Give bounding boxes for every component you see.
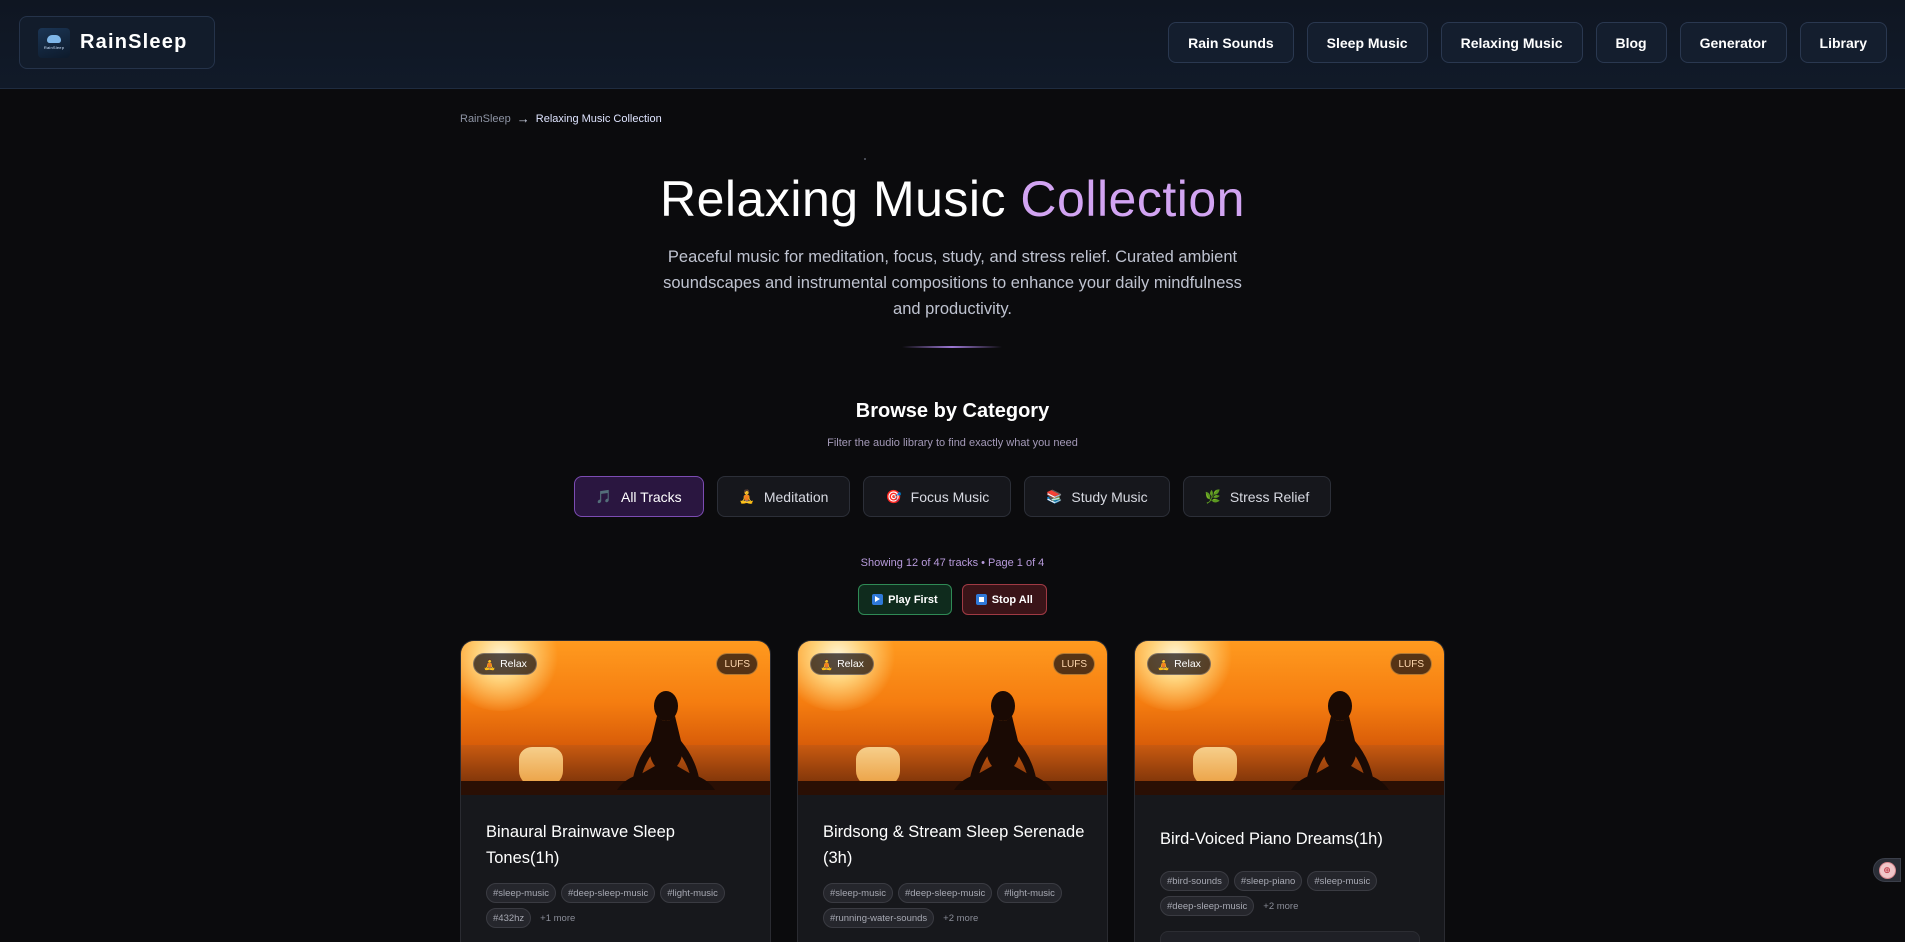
track-tags: #sleep-music #deep-sleep-music #light-mu… xyxy=(823,883,1093,928)
filter-label: Focus Music xyxy=(910,488,990,505)
filter-label: Stress Relief xyxy=(1229,488,1310,505)
more-tags: +1 more xyxy=(540,912,576,924)
tag-chip[interactable]: #running-water-sounds xyxy=(823,908,935,928)
tag-chip[interactable]: #sleep-music xyxy=(486,883,556,903)
tag-chip[interactable]: #light-music xyxy=(997,883,1062,903)
assistant-icon: ⊕ xyxy=(1878,861,1896,879)
hero-divider xyxy=(902,346,1002,348)
lufs-badge: LUFS xyxy=(716,653,758,675)
relax-badge-label: Relax xyxy=(1174,658,1201,670)
audio-player-bar[interactable] xyxy=(1160,931,1420,942)
filter-label: Meditation xyxy=(763,488,829,505)
filter-meditation[interactable]: 🧘 Meditation xyxy=(716,476,851,517)
meditation-icon: 🧘 xyxy=(820,658,834,671)
filter-stress-relief[interactable]: 🌿 Stress Relief xyxy=(1182,476,1332,517)
filter-study-music[interactable]: 📚 Study Music xyxy=(1024,476,1170,517)
track-title[interactable]: Binaural Brainwave Sleep Tones(1h) xyxy=(486,819,751,871)
sun-glow xyxy=(461,641,561,711)
track-tags: #bird-sounds #sleep-piano #sleep-music #… xyxy=(1160,871,1430,916)
tag-chip[interactable]: #deep-sleep-music xyxy=(560,883,656,903)
filter-all-tracks[interactable]: 🎵 All Tracks xyxy=(573,476,704,517)
more-tags: +2 more xyxy=(1263,900,1299,912)
track-thumbnail: 🧘 Relax LUFS xyxy=(1135,641,1444,795)
tag-chip[interactable]: #deep-sleep-music xyxy=(897,883,993,903)
page-description: Peaceful music for meditation, focus, st… xyxy=(663,248,1242,318)
music-note-icon: 🎵 xyxy=(595,489,612,504)
sun-glow xyxy=(798,641,898,711)
logo-image: RainSleep xyxy=(38,27,70,58)
category-subtitle: Filter the audio library to find exactly… xyxy=(827,437,1078,449)
meditating-person-silhouette xyxy=(617,691,715,790)
tag-chip[interactable]: #432hz xyxy=(486,908,532,928)
track-card[interactable]: 🧘 Relax LUFS Binaural Brainwave Sleep To… xyxy=(460,640,771,942)
category-title: Browse by Category xyxy=(855,400,1050,422)
meditation-icon: 🧘 xyxy=(483,658,497,671)
meditation-icon: 🧘 xyxy=(738,489,755,504)
page-title: Relaxing Music Collection xyxy=(0,170,1905,228)
site-header: RainSleep RainSleep Rain Sounds Sleep Mu… xyxy=(0,0,1905,89)
nav-sleep-music[interactable]: Sleep Music xyxy=(1306,22,1428,63)
tag-chip[interactable]: #sleep-music xyxy=(823,883,893,903)
decorative-dot xyxy=(864,158,866,160)
category-filters: 🎵 All Tracks 🧘 Meditation 🎯 Focus Music … xyxy=(0,476,1905,517)
track-card[interactable]: 🧘 Relax LUFS Bird-Voiced Piano Dreams(1h… xyxy=(1134,640,1445,942)
brand-name: RainSleep xyxy=(80,31,188,53)
filter-focus-music[interactable]: 🎯 Focus Music xyxy=(863,476,1012,517)
filter-label: Study Music xyxy=(1071,488,1148,505)
tag-chip[interactable]: #light-music xyxy=(660,883,725,903)
track-title[interactable]: Birdsong & Stream Sleep Serenade (3h) xyxy=(823,819,1088,871)
track-card[interactable]: 🧘 Relax LUFS Birdsong & Stream Sleep Ser… xyxy=(797,640,1108,942)
breadcrumb-arrow-icon: → xyxy=(516,111,530,126)
page-title-accent: Collection xyxy=(1020,171,1245,227)
more-tags: +2 more xyxy=(943,912,979,924)
tag-chip[interactable]: #sleep-music xyxy=(1307,871,1378,891)
tag-chip[interactable]: #bird-sounds xyxy=(1160,871,1229,891)
track-thumbnail: 🧘 Relax LUFS xyxy=(798,641,1107,795)
stop-icon xyxy=(975,594,987,605)
books-icon: 📚 xyxy=(1046,489,1063,504)
tag-chip[interactable]: #sleep-piano xyxy=(1233,871,1303,891)
track-thumbnail: 🧘 Relax LUFS xyxy=(461,641,770,795)
logo-link[interactable]: RainSleep RainSleep xyxy=(19,16,215,69)
stop-all-button[interactable]: Stop All xyxy=(961,584,1047,615)
tag-chip[interactable]: #deep-sleep-music xyxy=(1160,896,1255,916)
play-first-label: Play First xyxy=(888,593,938,606)
meditating-person-silhouette xyxy=(1291,691,1389,790)
relax-badge: 🧘 Relax xyxy=(1147,653,1211,675)
lufs-badge: LUFS xyxy=(1053,653,1095,675)
playback-actions: Play First Stop All xyxy=(0,584,1905,615)
relax-badge: 🧘 Relax xyxy=(473,653,537,675)
play-icon xyxy=(872,594,884,605)
main-nav: Rain Sounds Sleep Music Relaxing Music B… xyxy=(1168,22,1887,63)
sun-glow xyxy=(1135,641,1235,711)
filter-label: All Tracks xyxy=(620,488,682,505)
herb-icon: 🌿 xyxy=(1204,489,1221,504)
nav-library[interactable]: Library xyxy=(1799,22,1887,63)
breadcrumb: RainSleep → Relaxing Music Collection xyxy=(460,111,662,126)
relax-badge-label: Relax xyxy=(837,658,864,670)
floating-assistant-button[interactable]: ⊕ xyxy=(1873,858,1901,882)
nav-rain-sounds[interactable]: Rain Sounds xyxy=(1168,22,1294,63)
lufs-badge: LUFS xyxy=(1390,653,1432,675)
meditation-icon: 🧘 xyxy=(1157,658,1171,671)
nav-generator[interactable]: Generator xyxy=(1679,22,1787,63)
page-title-main: Relaxing Music xyxy=(660,171,1021,227)
breadcrumb-current: Relaxing Music Collection xyxy=(535,112,662,125)
stop-all-label: Stop All xyxy=(991,593,1033,606)
meditating-person-silhouette xyxy=(954,691,1052,790)
track-tags: #sleep-music #deep-sleep-music #light-mu… xyxy=(486,883,756,928)
target-icon: 🎯 xyxy=(885,489,902,504)
track-grid: 🧘 Relax LUFS Binaural Brainwave Sleep To… xyxy=(460,640,1445,942)
relax-badge-label: Relax xyxy=(500,658,527,670)
nav-blog[interactable]: Blog xyxy=(1595,22,1667,63)
nav-relaxing-music[interactable]: Relaxing Music xyxy=(1440,22,1583,63)
results-status: Showing 12 of 47 tracks • Page 1 of 4 xyxy=(860,557,1045,569)
cloud-icon xyxy=(47,35,61,43)
logo-image-text: RainSleep xyxy=(43,45,65,50)
breadcrumb-home[interactable]: RainSleep xyxy=(460,113,511,125)
play-first-button[interactable]: Play First xyxy=(858,584,952,615)
relax-badge: 🧘 Relax xyxy=(810,653,874,675)
track-title[interactable]: Bird-Voiced Piano Dreams(1h) xyxy=(1160,826,1425,852)
